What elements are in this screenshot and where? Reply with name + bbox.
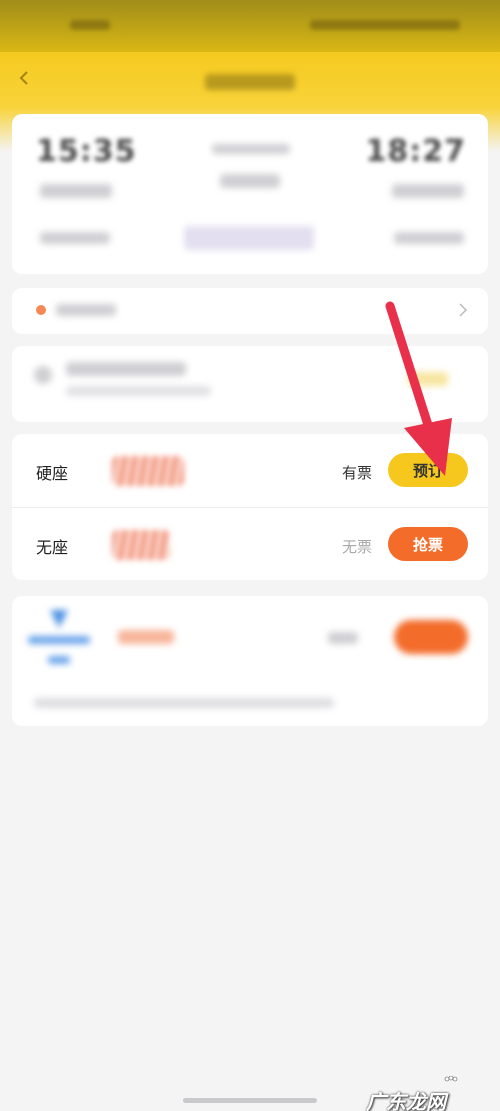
home-indicator[interactable] [183,1098,317,1103]
train-info-card: 15:35 18:27 [12,114,488,274]
promo-price [118,630,174,644]
ticket-status: 有票 [341,464,372,482]
insurance-desc [66,386,211,396]
arrival-station [392,184,464,198]
star-icon [36,305,46,315]
seat-row-standing: 无座 无票 抢票 [12,507,488,580]
seat-price [112,456,184,486]
insurance-row[interactable] [12,346,488,422]
chevron-right-icon [459,303,468,317]
status-bar [0,0,500,52]
schedule-button[interactable] [184,226,314,250]
insurance-icon [34,366,52,384]
departure-station [40,184,112,198]
ticket-status: 无票 [341,538,372,556]
train-number [220,174,280,188]
back-icon[interactable] [16,70,32,86]
next-day-link[interactable] [394,232,464,244]
seat-card: 硬座 有票 预订 无座 无票 抢票 [12,434,488,580]
seat-name: 无座 [36,538,69,557]
notice-row[interactable] [12,288,488,334]
insurance-price [408,372,448,386]
promo-notes [34,698,334,708]
promo-status [328,632,358,644]
status-icons [310,20,460,30]
departure-time: 15:35 [36,134,137,169]
seat-price [112,530,170,560]
prev-day-link[interactable] [40,232,110,244]
insurance-title [66,362,186,376]
notice-text [56,304,116,316]
train-date [212,144,290,154]
grab-ticket-button[interactable]: 抢票 [388,527,468,561]
page-title [205,74,295,90]
promo-card[interactable] [12,596,488,726]
seat-row-hard: 硬座 有票 预订 [12,434,488,507]
arrival-time: 18:27 [365,134,466,169]
status-time [70,20,110,30]
promo-button[interactable] [394,620,468,654]
paw-icon [444,1076,458,1082]
watermark: 广东龙网 [366,1090,446,1111]
book-button[interactable]: 预订 [388,453,468,487]
seat-name: 硬座 [36,464,69,483]
brand-logo-icon [28,610,90,664]
